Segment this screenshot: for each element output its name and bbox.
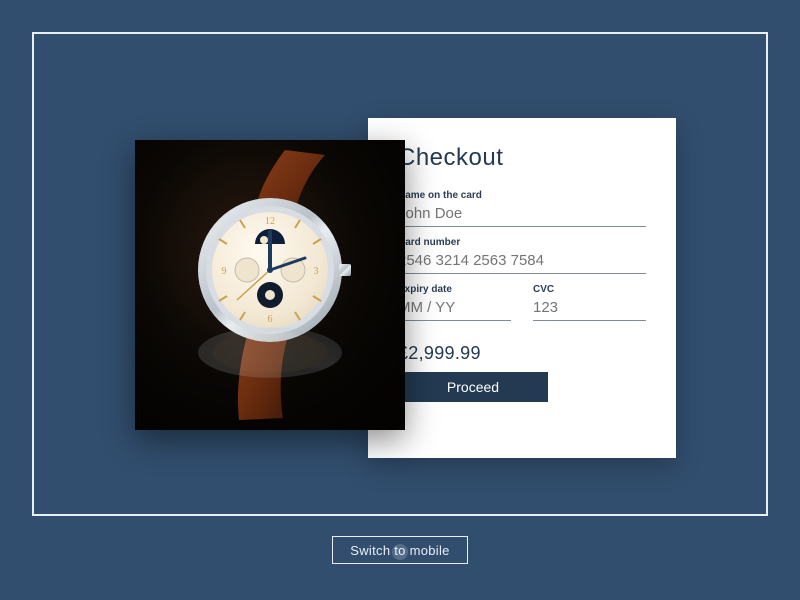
- svg-text:9: 9: [222, 266, 227, 277]
- svg-text:12: 12: [265, 216, 275, 227]
- svg-text:3: 3: [314, 266, 319, 277]
- checkout-title: Checkout: [398, 144, 646, 172]
- proceed-button[interactable]: Proceed: [398, 372, 548, 402]
- price-value: £2,999.99: [398, 343, 646, 364]
- cardnum-input[interactable]: [398, 250, 646, 274]
- checkout-card: Checkout Name on the card Card number Ex…: [368, 118, 676, 458]
- expiry-label: Expiry date: [398, 284, 511, 295]
- stage: Checkout Name on the card Card number Ex…: [0, 0, 800, 600]
- cvc-input[interactable]: [533, 297, 646, 321]
- svg-text:6: 6: [268, 314, 273, 325]
- expiry-input[interactable]: [398, 297, 511, 321]
- cardnum-label: Card number: [398, 237, 646, 248]
- switch-to-mobile-button[interactable]: Switch to mobile: [332, 536, 468, 564]
- cvc-label: CVC: [533, 284, 646, 295]
- name-label: Name on the card: [398, 190, 646, 201]
- name-input[interactable]: [398, 203, 646, 227]
- product-image: 12 3 6 9: [135, 140, 405, 430]
